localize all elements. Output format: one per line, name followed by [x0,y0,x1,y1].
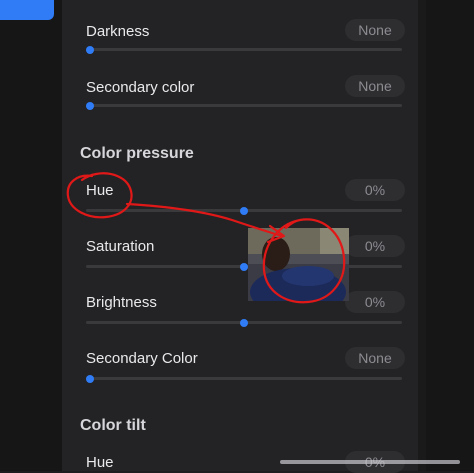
home-indicator [280,460,460,464]
saturation-value[interactable]: 0% [345,235,405,257]
photo-illustration [248,228,349,301]
saturation-slider-knob[interactable] [240,263,248,271]
secondary-color-2-slider-knob[interactable] [86,375,94,383]
darkness-label: Darkness [86,23,150,40]
darkness-slider[interactable] [86,48,402,51]
secondary-color-slider[interactable] [86,104,402,107]
secondary-color-label: Secondary color [86,79,195,96]
brightness-slider-knob[interactable] [240,319,248,327]
secondary-color-2-value[interactable]: None [345,347,405,369]
secondary-color-2-label: Secondary Color [86,350,198,367]
saturation-label: Saturation [86,238,155,255]
brightness-value[interactable]: 0% [345,291,405,313]
secondary-color-value[interactable]: None [345,75,405,97]
color-pressure-heading: Color pressure [80,145,194,162]
right-rail [426,0,474,471]
secondary-color-slider-knob[interactable] [86,102,94,110]
hue-value[interactable]: 0% [345,179,405,201]
color-tilt-heading: Color tilt [80,417,146,434]
darkness-slider-knob[interactable] [86,46,94,54]
left-rail [0,0,62,471]
brightness-label: Brightness [86,294,157,311]
selected-tab-indicator[interactable] [0,0,54,20]
hue-slider-knob[interactable] [240,207,248,215]
hue-label: Hue [86,182,114,199]
secondary-color-2-slider[interactable] [86,377,402,380]
panel-edge [418,0,426,471]
overlay-photo [248,228,349,301]
tilt-hue-label: Hue [86,454,114,471]
darkness-value[interactable]: None [345,19,405,41]
